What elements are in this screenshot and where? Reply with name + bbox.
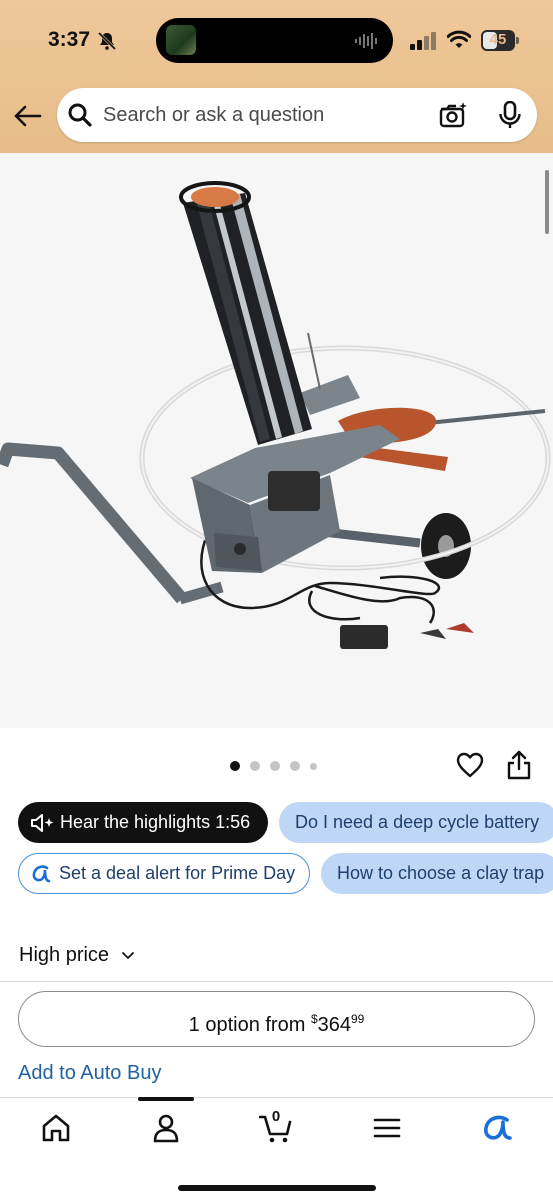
price-fraction: 99 (351, 1012, 365, 1026)
now-playing-thumbnail (166, 25, 196, 55)
menu-icon (373, 1118, 401, 1138)
nav-rufus[interactable] (480, 1112, 514, 1144)
hear-highlights-label: Hear the highlights 1:56 (60, 812, 251, 832)
carousel-dot[interactable] (250, 761, 260, 771)
question-chip-battery[interactable]: Do I need a deep cycle battery (279, 802, 553, 843)
home-indicator (178, 1185, 376, 1191)
add-to-auto-buy-link[interactable]: Add to Auto Buy (18, 1062, 161, 1085)
nav-account[interactable] (149, 1112, 183, 1144)
price-filter-dropdown[interactable]: High price (19, 944, 135, 967)
search-icon (68, 103, 92, 127)
share-icon[interactable] (507, 750, 531, 780)
home-icon (42, 1114, 70, 1142)
silent-bell-icon (97, 31, 117, 51)
product-image (0, 181, 551, 649)
nav-menu[interactable] (370, 1112, 404, 1144)
account-icon (153, 1114, 179, 1143)
price-currency: $ (310, 1012, 318, 1026)
microphone-icon[interactable] (497, 101, 523, 129)
carousel-dot[interactable] (270, 761, 280, 771)
active-tab-indicator (138, 1097, 194, 1101)
rufus-icon (32, 865, 51, 883)
dynamic-island (156, 18, 393, 63)
nav-cart[interactable]: 0 (258, 1108, 293, 1144)
price-whole: 364 (317, 1014, 351, 1036)
options-text: 1 option from (188, 1014, 311, 1036)
question-chip-label: Do I need a deep cycle battery (295, 812, 540, 832)
carousel-dots[interactable] (230, 760, 317, 772)
heart-icon[interactable] (456, 752, 484, 778)
hear-highlights-chip[interactable]: Hear the highlights 1:56 (18, 802, 268, 843)
battery-indicator: 45 (481, 30, 519, 51)
deal-alert-label: Set a deal alert for Prime Day (59, 863, 296, 883)
product-image-gallery[interactable] (0, 153, 553, 728)
battery-level: 45 (489, 31, 507, 48)
speaker-icon (31, 814, 54, 832)
wifi-icon (447, 30, 471, 48)
options-button[interactable]: 1 option from $36499 (18, 991, 535, 1047)
rufus-icon (484, 1115, 512, 1140)
question-chip-choose[interactable]: How to choose a clay trap (321, 853, 553, 894)
carousel-dot[interactable] (230, 761, 240, 771)
question-chip-label: How to choose a clay trap (337, 863, 545, 883)
carousel-dot[interactable] (290, 761, 300, 771)
status-time-text: 3:37 (48, 28, 91, 51)
cellular-signal-icon (410, 32, 436, 50)
bottom-navigation: 0 (0, 1097, 553, 1200)
chevron-down-icon (121, 951, 134, 959)
search-bar[interactable] (57, 88, 537, 142)
search-input[interactable] (103, 98, 423, 132)
scroll-indicator (545, 170, 549, 234)
status-time: 3:37 (48, 28, 117, 52)
deal-alert-chip[interactable]: Set a deal alert for Prime Day (18, 853, 310, 894)
section-divider (0, 981, 553, 982)
price-filter-label: High price (19, 944, 110, 966)
nav-home[interactable] (39, 1112, 73, 1144)
camera-search-icon[interactable] (438, 101, 468, 129)
carousel-dot[interactable] (310, 762, 317, 770)
cart-count: 0 (271, 1108, 281, 1125)
back-arrow-icon[interactable] (12, 102, 44, 130)
audio-wave-icon (355, 33, 377, 49)
app-header: 3:37 45 (0, 0, 553, 153)
